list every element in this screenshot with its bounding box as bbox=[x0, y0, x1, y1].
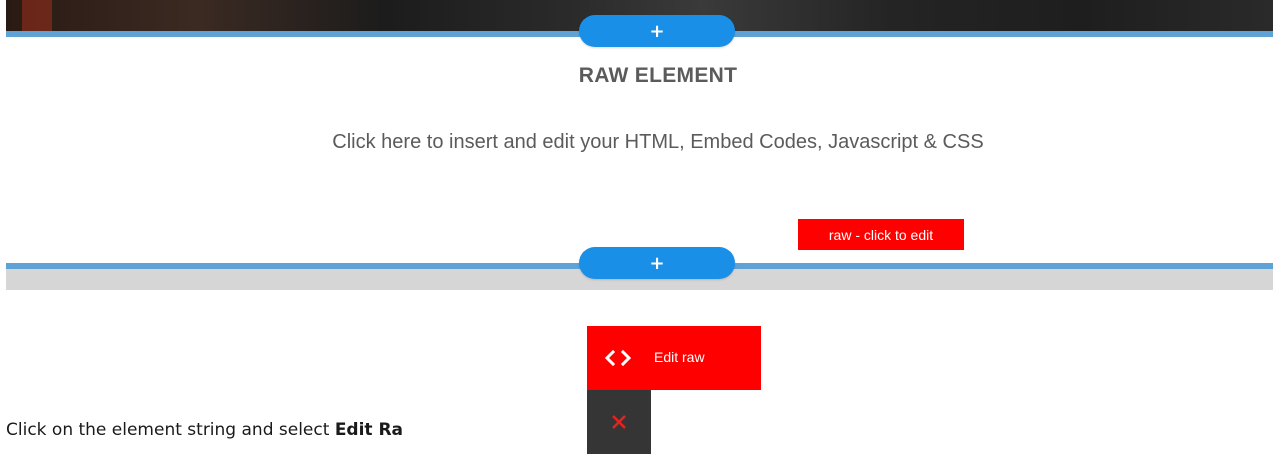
close-icon bbox=[612, 415, 626, 429]
instruction-caption: Click on the element string and select E… bbox=[6, 420, 403, 440]
caption-bold-text: Edit Ra bbox=[334, 420, 404, 440]
plus-icon: + bbox=[649, 252, 665, 274]
add-section-button-bottom[interactable]: + bbox=[579, 247, 735, 279]
hero-image-accent bbox=[22, 0, 52, 33]
plus-icon: + bbox=[649, 20, 665, 42]
caption-text: Click on the element string and select bbox=[6, 420, 335, 440]
edit-raw-label: Edit raw bbox=[654, 349, 705, 365]
code-brackets-icon-svg bbox=[604, 349, 632, 367]
code-brackets-icon bbox=[601, 344, 637, 372]
editor-canvas: + RAW ELEMENT Click here to insert and e… bbox=[0, 0, 1273, 460]
raw-element-title[interactable]: RAW ELEMENT bbox=[0, 64, 1273, 88]
raw-element-subtitle[interactable]: Click here to insert and edit your HTML,… bbox=[0, 131, 1273, 154]
delete-element-button[interactable] bbox=[587, 390, 651, 454]
raw-element-tag[interactable]: raw - click to edit bbox=[798, 219, 964, 250]
add-section-button-top[interactable]: + bbox=[579, 15, 735, 47]
edit-raw-button[interactable]: Edit raw bbox=[587, 326, 761, 390]
